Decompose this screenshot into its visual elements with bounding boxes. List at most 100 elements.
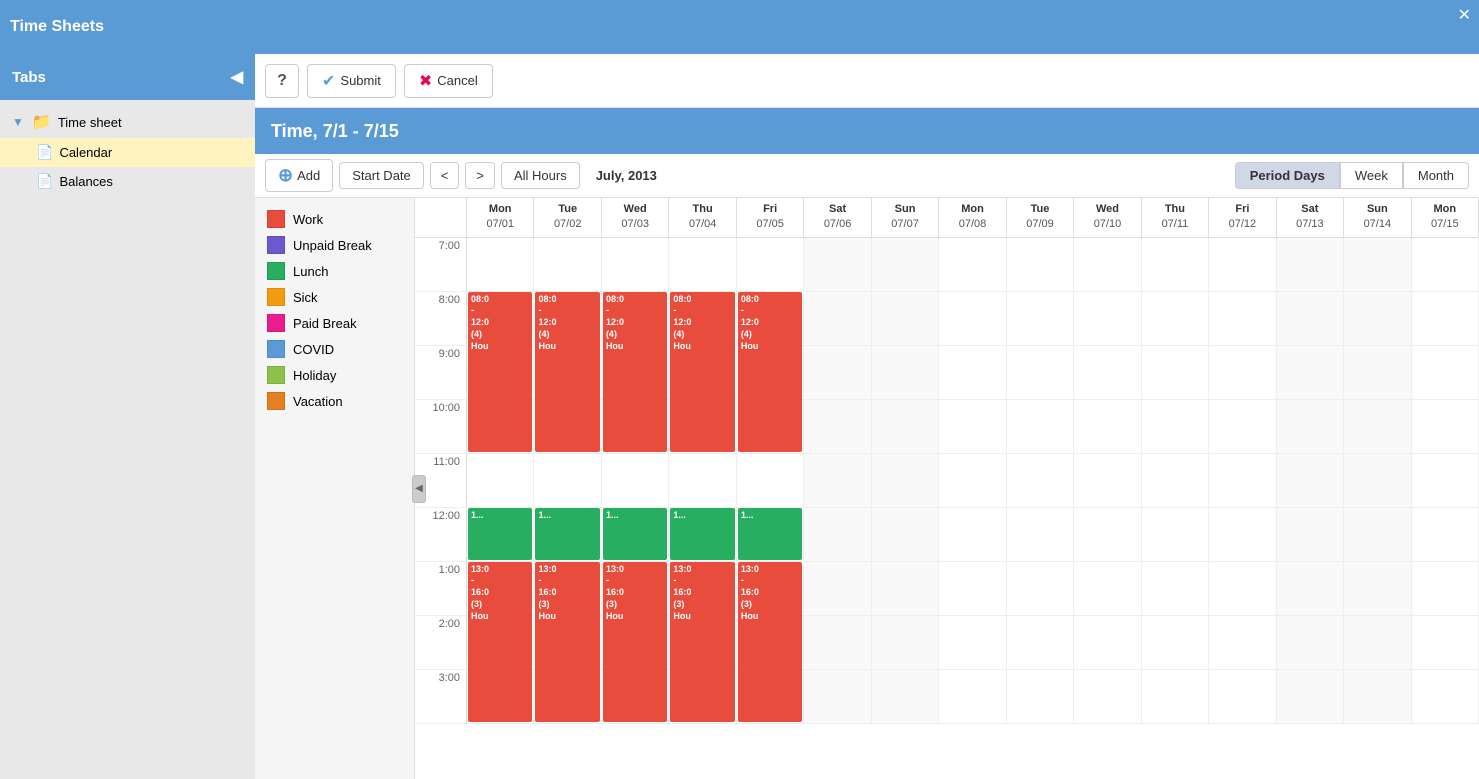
view-month-button[interactable]: Month: [1403, 162, 1469, 189]
day-cell-11-7[interactable]: [1209, 616, 1276, 669]
day-cell-7-5[interactable]: [939, 508, 1006, 561]
day-cell-1-6[interactable]: 13:0 - 16:0 (3) Hou: [534, 562, 601, 615]
day-cell-2-4[interactable]: [602, 454, 669, 507]
day-cell-2-5[interactable]: 1...: [602, 508, 669, 561]
day-cell-13-2[interactable]: [1344, 346, 1411, 399]
day-cell-5-8[interactable]: [804, 670, 871, 723]
day-cell-2-0[interactable]: [602, 238, 669, 291]
day-cell-6-6[interactable]: [872, 562, 939, 615]
day-cell-7-6[interactable]: [939, 562, 1006, 615]
event-block-day1-slot6[interactable]: 13:0 - 16:0 (3) Hou: [535, 562, 599, 722]
event-block-day2-slot5[interactable]: 1...: [603, 508, 667, 560]
event-block-day3-slot1[interactable]: 08:0 - 12:0 (4) Hou: [670, 292, 734, 452]
day-cell-4-5[interactable]: 1...: [737, 508, 804, 561]
day-cell-12-1[interactable]: [1277, 292, 1344, 345]
next-nav-button[interactable]: >: [465, 162, 495, 189]
day-cell-1-1[interactable]: 08:0 - 12:0 (4) Hou: [534, 292, 601, 345]
day-cell-11-1[interactable]: [1209, 292, 1276, 345]
day-cell-11-6[interactable]: [1209, 562, 1276, 615]
day-cell-14-1[interactable]: [1412, 292, 1479, 345]
day-cell-14-6[interactable]: [1412, 562, 1479, 615]
event-block-day4-slot6[interactable]: 13:0 - 16:0 (3) Hou: [738, 562, 802, 722]
day-cell-14-3[interactable]: [1412, 400, 1479, 453]
day-cell-8-2[interactable]: [1007, 346, 1074, 399]
day-cell-11-3[interactable]: [1209, 400, 1276, 453]
day-cell-6-2[interactable]: [872, 346, 939, 399]
day-cell-6-4[interactable]: [872, 454, 939, 507]
day-cell-13-7[interactable]: [1344, 616, 1411, 669]
day-cell-8-3[interactable]: [1007, 400, 1074, 453]
day-cell-4-6[interactable]: 13:0 - 16:0 (3) Hou: [737, 562, 804, 615]
day-cell-5-1[interactable]: [804, 292, 871, 345]
day-cell-4-1[interactable]: 08:0 - 12:0 (4) Hou: [737, 292, 804, 345]
day-cell-5-5[interactable]: [804, 508, 871, 561]
day-cell-7-1[interactable]: [939, 292, 1006, 345]
day-cell-11-5[interactable]: [1209, 508, 1276, 561]
day-cell-10-8[interactable]: [1142, 670, 1209, 723]
day-cell-14-2[interactable]: [1412, 346, 1479, 399]
day-cell-6-1[interactable]: [872, 292, 939, 345]
event-block-day4-slot5[interactable]: 1...: [738, 508, 802, 560]
day-cell-10-2[interactable]: [1142, 346, 1209, 399]
day-cell-3-5[interactable]: 1...: [669, 508, 736, 561]
day-cell-6-0[interactable]: [872, 238, 939, 291]
day-cell-1-0[interactable]: [534, 238, 601, 291]
day-cell-7-2[interactable]: [939, 346, 1006, 399]
day-cell-12-7[interactable]: [1277, 616, 1344, 669]
event-block-day0-slot1[interactable]: 08:0 - 12:0 (4) Hou: [468, 292, 532, 452]
sidebar-item-time-sheet[interactable]: ▼ 📁 Time sheet: [0, 106, 255, 138]
grid-area[interactable]: Mon07/01Tue07/02Wed07/03Thu07/04Fri07/05…: [415, 198, 1479, 779]
day-cell-14-7[interactable]: [1412, 616, 1479, 669]
day-cell-7-8[interactable]: [939, 670, 1006, 723]
day-cell-6-7[interactable]: [872, 616, 939, 669]
day-cell-9-3[interactable]: [1074, 400, 1141, 453]
close-button[interactable]: ✕: [1458, 8, 1471, 24]
day-cell-9-1[interactable]: [1074, 292, 1141, 345]
day-cell-5-6[interactable]: [804, 562, 871, 615]
submit-button[interactable]: ✔ Submit: [307, 64, 396, 98]
day-cell-8-7[interactable]: [1007, 616, 1074, 669]
day-cell-7-0[interactable]: [939, 238, 1006, 291]
day-cell-3-6[interactable]: 13:0 - 16:0 (3) Hou: [669, 562, 736, 615]
start-date-button[interactable]: Start Date: [339, 162, 424, 189]
day-cell-12-8[interactable]: [1277, 670, 1344, 723]
day-cell-12-6[interactable]: [1277, 562, 1344, 615]
day-cell-4-4[interactable]: [737, 454, 804, 507]
day-cell-13-3[interactable]: [1344, 400, 1411, 453]
hours-filter-button[interactable]: All Hours: [501, 162, 580, 189]
event-block-day1-slot5[interactable]: 1...: [535, 508, 599, 560]
event-block-day3-slot5[interactable]: 1...: [670, 508, 734, 560]
day-cell-13-6[interactable]: [1344, 562, 1411, 615]
day-cell-10-7[interactable]: [1142, 616, 1209, 669]
day-cell-8-1[interactable]: [1007, 292, 1074, 345]
day-cell-14-4[interactable]: [1412, 454, 1479, 507]
day-cell-2-6[interactable]: 13:0 - 16:0 (3) Hou: [602, 562, 669, 615]
day-cell-6-5[interactable]: [872, 508, 939, 561]
day-cell-13-1[interactable]: [1344, 292, 1411, 345]
add-button[interactable]: ⊕ Add: [265, 159, 333, 192]
day-cell-0-4[interactable]: [467, 454, 534, 507]
day-cell-12-2[interactable]: [1277, 346, 1344, 399]
day-cell-8-4[interactable]: [1007, 454, 1074, 507]
day-cell-14-0[interactable]: [1412, 238, 1479, 291]
day-cell-9-5[interactable]: [1074, 508, 1141, 561]
day-cell-9-7[interactable]: [1074, 616, 1141, 669]
event-block-day2-slot1[interactable]: 08:0 - 12:0 (4) Hou: [603, 292, 667, 452]
day-cell-7-7[interactable]: [939, 616, 1006, 669]
day-cell-12-4[interactable]: [1277, 454, 1344, 507]
cancel-button[interactable]: ✖ Cancel: [404, 64, 493, 98]
day-cell-11-2[interactable]: [1209, 346, 1276, 399]
event-block-day4-slot1[interactable]: 08:0 - 12:0 (4) Hou: [738, 292, 802, 452]
sidebar-item-calendar[interactable]: 📄 Calendar: [0, 138, 255, 167]
day-cell-9-6[interactable]: [1074, 562, 1141, 615]
day-cell-1-4[interactable]: [534, 454, 601, 507]
prev-nav-button[interactable]: <: [430, 162, 460, 189]
day-cell-14-5[interactable]: [1412, 508, 1479, 561]
day-cell-10-3[interactable]: [1142, 400, 1209, 453]
day-cell-5-4[interactable]: [804, 454, 871, 507]
day-cell-12-0[interactable]: [1277, 238, 1344, 291]
event-block-day2-slot6[interactable]: 13:0 - 16:0 (3) Hou: [603, 562, 667, 722]
help-button[interactable]: ?: [265, 64, 299, 98]
day-cell-12-5[interactable]: [1277, 508, 1344, 561]
day-cell-5-3[interactable]: [804, 400, 871, 453]
